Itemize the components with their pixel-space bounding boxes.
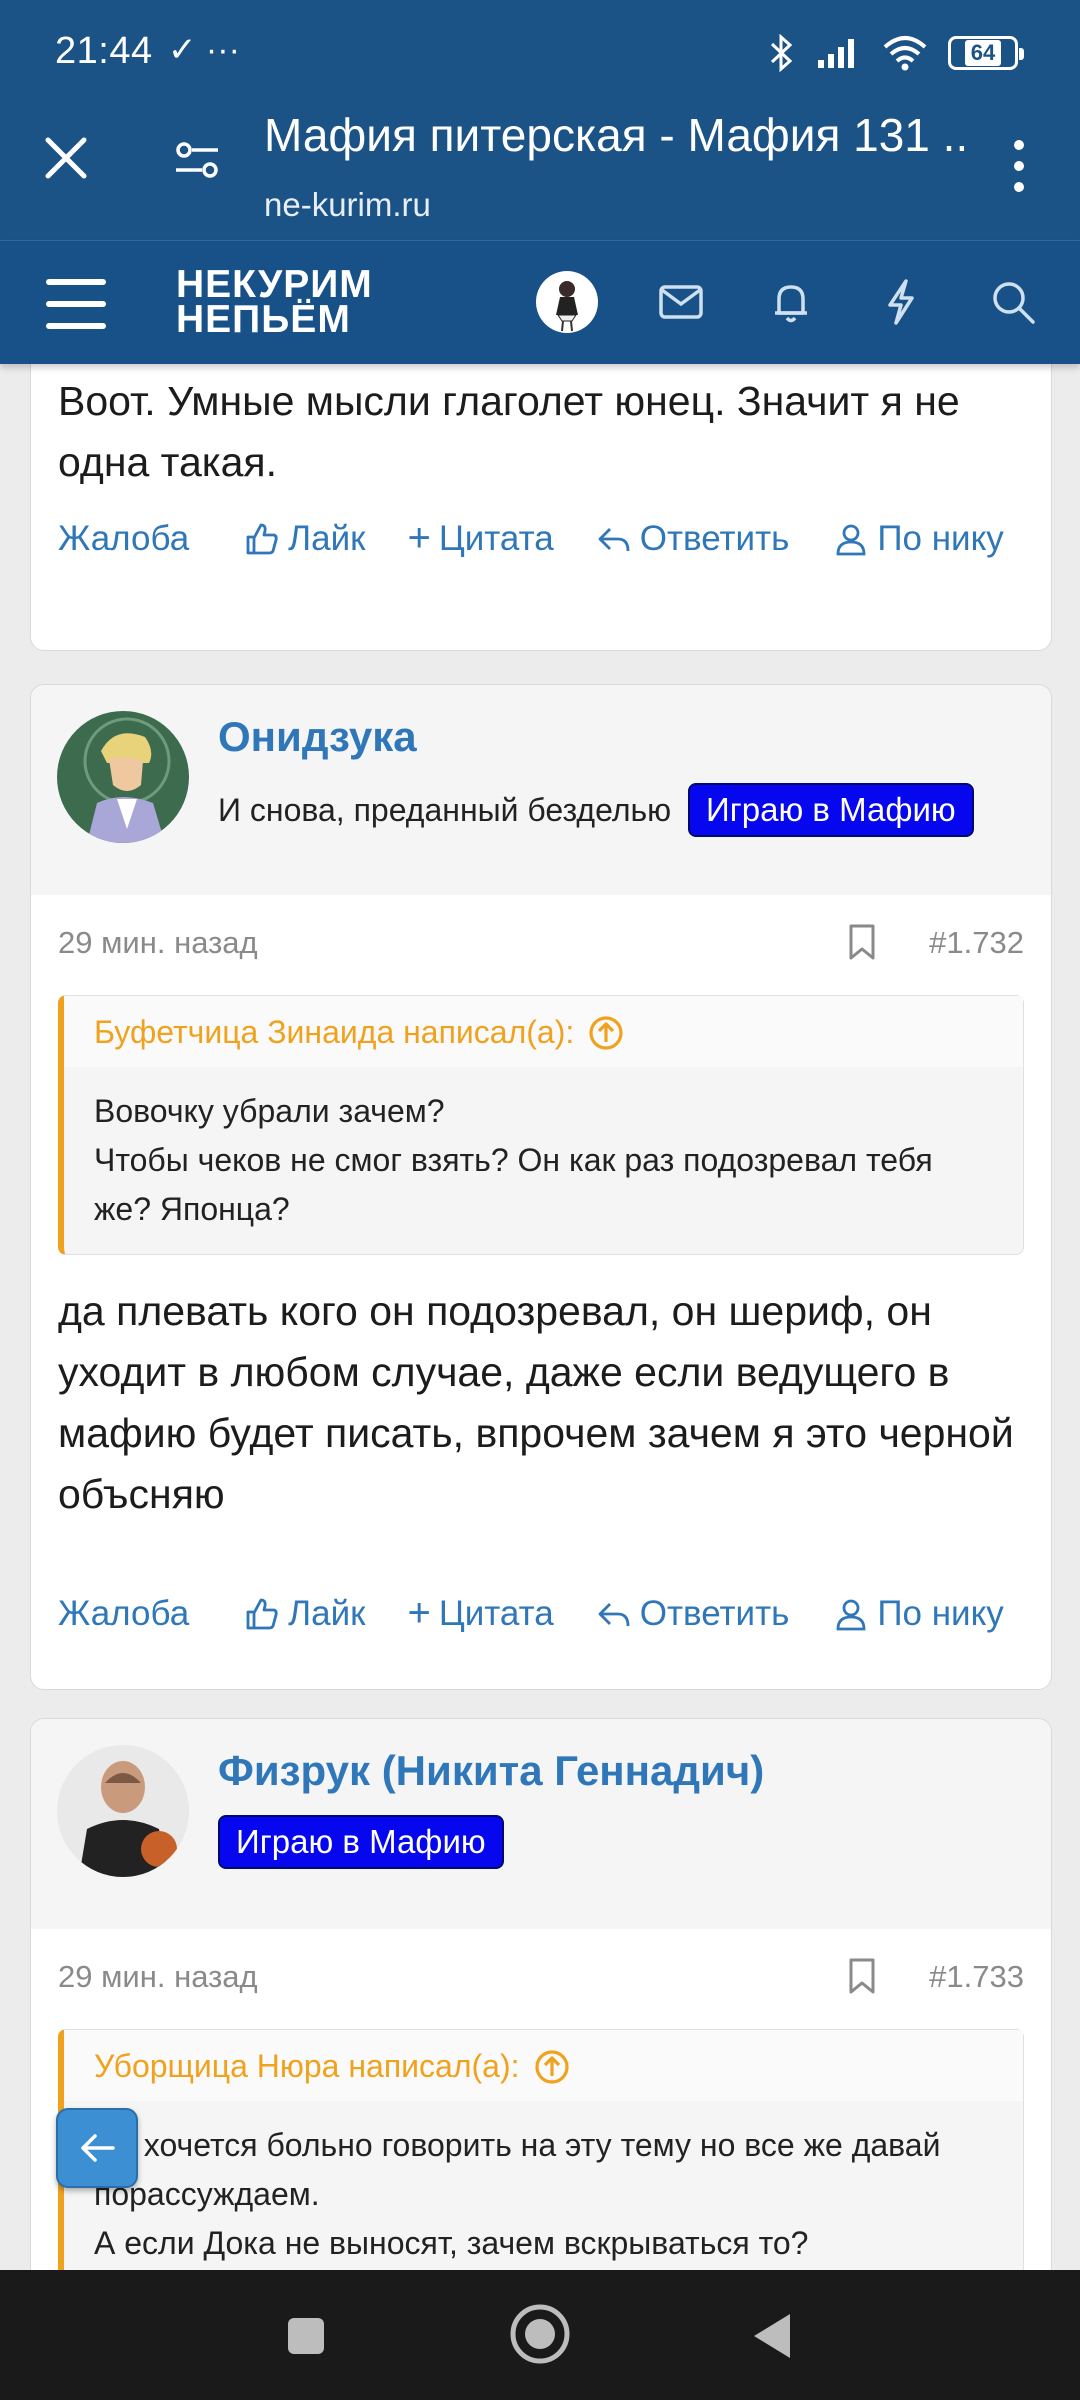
quote-button[interactable]: + Цитата xyxy=(407,516,553,561)
status-bar: 21:44 ✓ ··· 64 xyxy=(0,0,1080,104)
quote-block: Буфетчица Зинаида написал(а): Вовочку уб… xyxy=(58,995,1024,1255)
quote-text: Не хочется больно говорить на эту тему н… xyxy=(94,2127,941,2261)
user-avatar-large[interactable] xyxy=(57,711,189,843)
report-button[interactable]: Жалоба xyxy=(58,1594,189,1634)
post-actions: Жалоба Лайк + Цитата Ответить По нику xyxy=(31,516,1051,561)
quote-header[interactable]: Уборщица Нюра написал(а): xyxy=(64,2030,1023,2101)
post-user-header: Онидзука И снова, преданный безделью Игр… xyxy=(31,685,1051,895)
back-triangle-icon[interactable] xyxy=(750,2310,794,2362)
thumbs-up-icon xyxy=(246,1598,278,1629)
by-nick-button[interactable]: По нику xyxy=(833,519,1004,559)
battery-icon: 64 xyxy=(948,36,1024,70)
post-body: Воот. Умные мысли глаголет юнец. Значит … xyxy=(58,378,960,485)
url-bar: Мафия питерская - Мафия 131 ... ne-kurim… xyxy=(0,104,1080,240)
inbox-icon[interactable] xyxy=(656,277,706,327)
floating-back-button[interactable] xyxy=(56,2108,138,2188)
alerts-bell-icon[interactable] xyxy=(766,277,816,327)
android-nav-bar xyxy=(0,2270,1080,2400)
post-card-previous: Воот. Умные мысли глаголет юнец. Значит … xyxy=(30,324,1052,651)
by-nick-button[interactable]: По нику xyxy=(833,1594,1004,1634)
bookmark-icon[interactable] xyxy=(848,923,876,961)
more-menu-icon[interactable] xyxy=(1014,140,1026,192)
quote-header[interactable]: Буфетчица Зинаида написал(а): xyxy=(64,996,1023,1067)
post-meta: 29 мин. назад #1.732 xyxy=(31,895,1051,995)
user-icon xyxy=(836,1599,866,1630)
quote-block: Уборщица Нюра написал(а): Не хочется бол… xyxy=(58,2029,1024,2289)
site-settings-icon[interactable] xyxy=(174,140,220,180)
post-user-header: Физрук (Никита Геннадич) Играю в Мафию xyxy=(31,1719,1051,1929)
site-navbar: НЕКУРИМ НЕПЬЁМ xyxy=(0,240,1080,364)
reply-arrow-icon xyxy=(598,1602,630,1626)
wifi-icon xyxy=(883,36,927,71)
username[interactable]: Онидзука xyxy=(218,713,417,761)
reply-button[interactable]: Ответить xyxy=(596,519,789,559)
site-logo[interactable]: НЕКУРИМ НЕПЬЁМ xyxy=(176,263,373,341)
user-avatar[interactable] xyxy=(536,271,598,333)
hamburger-menu-icon[interactable] xyxy=(46,279,106,329)
recents-square-icon[interactable] xyxy=(286,2316,326,2356)
status-right-icons: 64 xyxy=(766,34,1024,72)
user-avatar-large[interactable] xyxy=(57,1745,189,1877)
like-button[interactable]: Лайк xyxy=(244,519,365,559)
report-button[interactable]: Жалоба xyxy=(58,519,189,559)
browser-chrome: 21:44 ✓ ··· 64 Мафия питерская - Мафия 1… xyxy=(0,0,1080,240)
bookmark-icon[interactable] xyxy=(848,1957,876,1995)
whats-new-lightning-icon[interactable] xyxy=(876,277,926,327)
user-badge: Играю в Мафию xyxy=(218,1815,504,1869)
go-to-quote-arrow-icon[interactable] xyxy=(588,1015,624,1051)
signal-icon xyxy=(818,39,854,68)
post-actions: Жалоба Лайк + Цитата Ответить По нику xyxy=(31,1591,1051,1636)
post-number[interactable]: #1.732 xyxy=(929,925,1024,961)
page-title[interactable]: Мафия питерская - Мафия 131 ... xyxy=(264,108,964,162)
bluetooth-icon xyxy=(770,34,793,72)
close-icon[interactable] xyxy=(44,136,88,180)
reply-arrow-icon xyxy=(598,527,630,551)
logo-line1: НЕКУРИМ xyxy=(176,263,373,306)
reply-button[interactable]: Ответить xyxy=(596,1594,789,1634)
post-number[interactable]: #1.733 xyxy=(929,1959,1024,1995)
post-time[interactable]: 29 мин. назад xyxy=(58,1959,258,1995)
post-meta: 29 мин. назад #1.733 xyxy=(31,1929,1051,2029)
search-icon[interactable] xyxy=(988,277,1038,327)
quote-author: Уборщица Нюра написал(а): xyxy=(94,2048,520,2084)
post-time[interactable]: 29 мин. назад xyxy=(58,925,258,961)
quote-button[interactable]: + Цитата xyxy=(407,1591,553,1636)
post-body: да плевать кого он подозревал, он шериф,… xyxy=(58,1288,1014,1517)
home-circle-icon[interactable] xyxy=(508,2302,572,2366)
user-title-text: И снова, преданный безделью xyxy=(218,792,672,828)
battery-level: 64 xyxy=(964,40,1002,66)
quote-text: Вовочку убрали зачем? Чтобы чеков не смо… xyxy=(94,1093,933,1227)
post-card-1732: Онидзука И снова, преданный безделью Игр… xyxy=(30,684,1052,1690)
like-button[interactable]: Лайк xyxy=(244,1594,365,1634)
logo-line2: НЕПЬЁМ xyxy=(176,298,351,341)
go-to-quote-arrow-icon[interactable] xyxy=(534,2049,570,2085)
quote-author: Буфетчица Зинаида написал(а): xyxy=(94,1014,575,1050)
notification-icons: ✓ ··· xyxy=(168,31,240,69)
user-badge: Играю в Мафию xyxy=(688,783,974,837)
user-icon xyxy=(836,524,866,555)
user-title: Играю в Мафию xyxy=(218,1815,504,1869)
arrow-left-icon xyxy=(81,2134,115,2162)
user-title: И снова, преданный безделью Играю в Мафи… xyxy=(218,783,974,837)
status-time: 21:44 xyxy=(55,30,153,72)
username[interactable]: Физрук (Никита Геннадич) xyxy=(218,1747,764,1795)
page-domain[interactable]: ne-kurim.ru xyxy=(264,186,431,224)
thumbs-up-icon xyxy=(246,523,278,554)
